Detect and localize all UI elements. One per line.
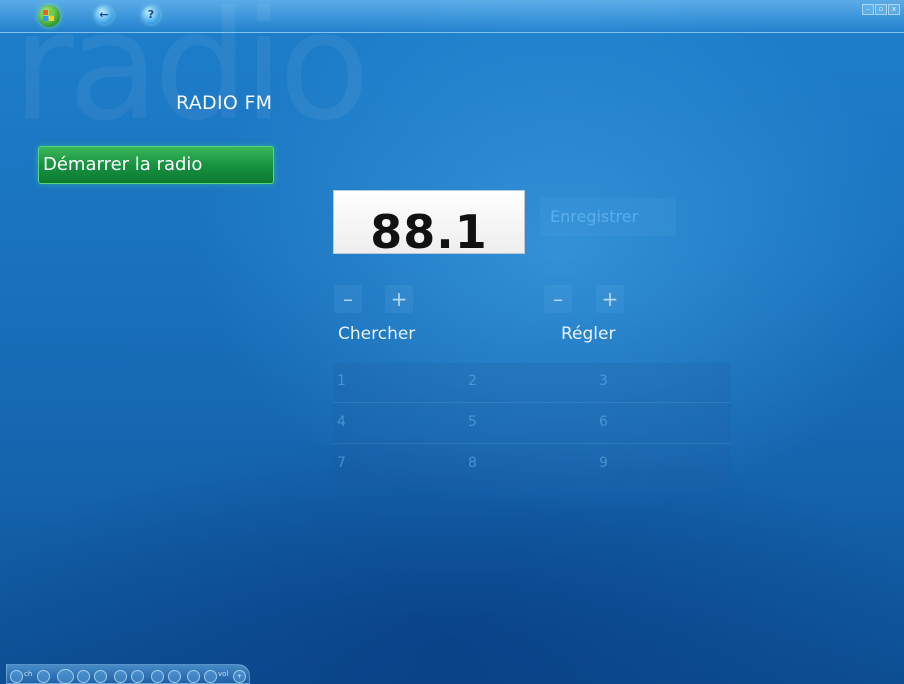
window-controls: – ▫ x [862, 4, 900, 15]
record-small-button[interactable] [94, 670, 107, 683]
volume-label: vol [218, 670, 229, 678]
fast-forward-button[interactable] [131, 670, 144, 683]
rewind-button[interactable] [114, 670, 127, 683]
volume-up-button[interactable]: + [233, 670, 246, 683]
channel-label: ch [24, 670, 33, 678]
stop-button[interactable] [77, 670, 90, 683]
preset-key-label: 2 [468, 373, 477, 389]
preset-key-label: 3 [599, 373, 608, 389]
tune-minus-button[interactable]: – [544, 285, 572, 313]
close-button[interactable]: x [888, 4, 900, 15]
preset-key-9[interactable]: 9 [595, 445, 731, 485]
preset-key-5[interactable]: 5 [464, 404, 595, 444]
preset-key-label: 1 [337, 373, 346, 389]
menu-item-label: Démarrer la radio [43, 154, 203, 175]
preset-key-8[interactable]: 8 [464, 445, 595, 485]
preset-key-6[interactable]: 6 [595, 404, 731, 444]
preset-key-3[interactable]: 3 [595, 363, 731, 403]
preset-key-label: 9 [599, 455, 608, 471]
preset-key-label: 4 [337, 414, 346, 430]
minimize-button[interactable]: – [862, 4, 874, 15]
previous-button[interactable] [151, 670, 164, 683]
seek-minus-button[interactable]: – [334, 285, 362, 313]
transport-controls: ch vol + [6, 664, 250, 684]
mute-button[interactable] [187, 670, 200, 683]
preset-key-label: 7 [337, 455, 346, 471]
next-button[interactable] [168, 670, 181, 683]
restore-button[interactable]: ▫ [875, 4, 887, 15]
preset-key-1[interactable]: 1 [333, 363, 464, 403]
preset-key-4[interactable]: 4 [333, 404, 464, 444]
seek-plus-button[interactable]: + [385, 285, 413, 313]
channel-down-button[interactable] [10, 670, 23, 683]
tune-plus-button[interactable]: + [596, 285, 624, 313]
preset-key-label: 6 [599, 414, 608, 430]
channel-up-button[interactable] [37, 670, 50, 683]
frequency-value: 88.1 [370, 205, 488, 254]
background-watermark: radio [12, 0, 370, 154]
preset-keypad: 1 2 3 4 5 6 7 8 9 [333, 363, 731, 486]
record-button[interactable]: Enregistrer [540, 198, 676, 236]
preset-key-label: 5 [468, 414, 477, 430]
record-button-label: Enregistrer [550, 207, 639, 226]
play-button[interactable] [57, 669, 74, 684]
tune-label: Régler [561, 324, 616, 344]
frequency-display: 88.1 [333, 190, 525, 254]
volume-down-button[interactable] [204, 670, 217, 683]
seek-label: Chercher [338, 324, 416, 344]
menu-item-start-radio[interactable]: Démarrer la radio [38, 146, 274, 184]
preset-key-2[interactable]: 2 [464, 363, 595, 403]
page-title: RADIO FM [176, 92, 273, 114]
preset-key-label: 8 [468, 455, 477, 471]
preset-key-7[interactable]: 7 [333, 445, 464, 485]
